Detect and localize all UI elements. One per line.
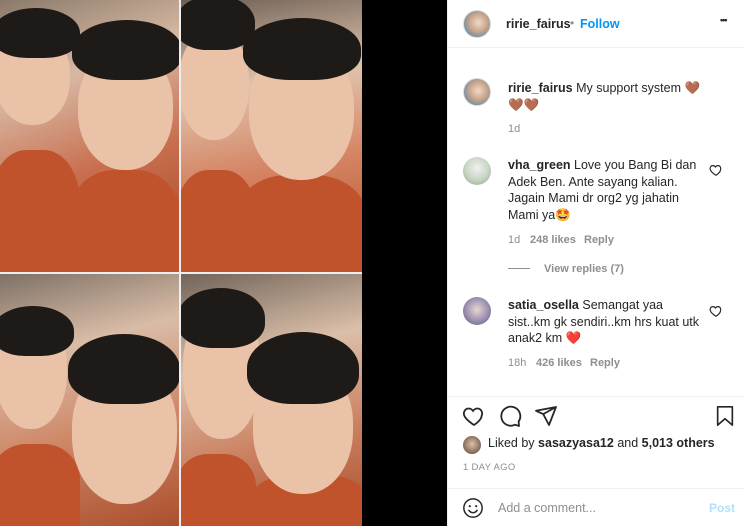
author-username[interactable]: ririe_fairus [506, 17, 571, 31]
reply-button[interactable]: Reply [584, 234, 614, 246]
bookmark-icon[interactable] [714, 404, 736, 428]
comment-username[interactable]: satia_osella [508, 298, 579, 312]
comment-like-heart-icon[interactable] [709, 304, 723, 318]
photo-tile-top-left [0, 0, 179, 272]
comment-likes[interactable]: 426 likes [536, 357, 582, 369]
liker-username[interactable]: sasazyasa12 [538, 436, 614, 450]
caption-time[interactable]: 1d [508, 123, 520, 135]
comment-like-heart-icon[interactable] [709, 163, 723, 177]
comment-time[interactable]: 18h [508, 357, 526, 369]
post-photo[interactable] [0, 0, 362, 526]
heart-icon[interactable] [462, 404, 486, 428]
liker-avatar[interactable] [463, 436, 481, 454]
view-replies-line [508, 268, 530, 269]
post-side-panel: ririe_fairus • Follow ••• ririe_fairus M… [447, 0, 744, 526]
action-bar [448, 396, 744, 436]
comment-item: vha_green Love you Bang Bi dan Adek Ben.… [508, 157, 708, 223]
comment-time[interactable]: 1d [508, 234, 520, 246]
post-header: ririe_fairus • Follow ••• [448, 0, 744, 48]
comment-input[interactable] [498, 499, 698, 517]
likes-and: and [617, 436, 639, 450]
smiley-icon[interactable] [462, 497, 484, 519]
modal-gutter [362, 0, 447, 526]
comment-likes[interactable]: 248 likes [530, 234, 576, 246]
post-timestamp[interactable]: 1 DAY AGO [463, 462, 516, 473]
commenter-avatar[interactable] [463, 157, 491, 185]
comment-username[interactable]: vha_green [508, 158, 571, 172]
reply-button[interactable]: Reply [590, 357, 620, 369]
author-avatar[interactable] [463, 10, 491, 38]
comment-item: satia_osella Semangat yaa sist..km gk se… [508, 297, 708, 347]
caption: ririe_fairus My support system 🤎🤎🤎 [508, 80, 708, 113]
commenter-avatar[interactable] [463, 297, 491, 325]
likes-prefix: Liked by [488, 436, 535, 450]
paper-plane-icon[interactable] [534, 404, 558, 428]
photo-tile-bottom-right [181, 274, 362, 526]
header-separator: • [570, 16, 575, 30]
comment-icon[interactable] [498, 404, 522, 428]
caption-text: My support system [576, 81, 681, 95]
instagram-post-modal: ririe_fairus • Follow ••• ririe_fairus M… [0, 0, 744, 526]
likes-count[interactable]: 5,013 others [642, 436, 715, 450]
caption-username[interactable]: ririe_fairus [508, 81, 573, 95]
likes-summary: Liked by sasazyasa12 and 5,013 others [488, 436, 715, 450]
more-icon[interactable]: ••• [720, 15, 728, 25]
follow-button[interactable]: Follow [580, 17, 620, 31]
photo-tile-top-right [181, 0, 362, 272]
caption-avatar[interactable] [463, 78, 491, 106]
post-comment-button[interactable]: Post [709, 501, 735, 515]
view-replies-button[interactable]: View replies (7) [544, 263, 624, 275]
add-comment-bar: Post [448, 488, 744, 526]
photo-tile-bottom-left [0, 274, 179, 526]
